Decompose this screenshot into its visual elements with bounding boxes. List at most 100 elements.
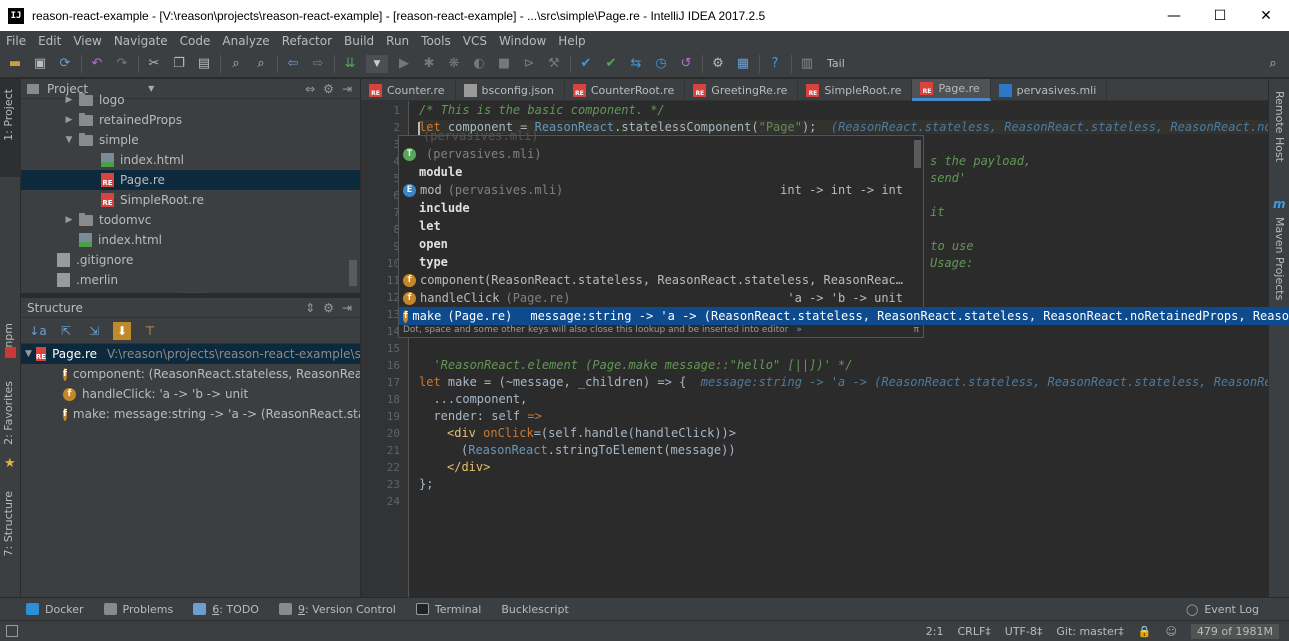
completion-item[interactable]: type	[399, 253, 923, 271]
undo-icon[interactable]: ↶	[88, 55, 106, 73]
hide-panel-icon[interactable]: ⇥	[342, 301, 352, 315]
menu-analyze[interactable]: Analyze	[222, 34, 269, 48]
completion-more-link[interactable]: »	[796, 325, 802, 335]
menu-code[interactable]: Code	[180, 34, 211, 48]
project-structure-icon[interactable]: ▦	[734, 55, 752, 73]
completion-item[interactable]: open	[399, 235, 923, 253]
panel-settings-icon[interactable]: ⚙	[323, 301, 334, 315]
copy-icon[interactable]: ❐	[170, 55, 188, 73]
back-icon[interactable]: ⇦	[284, 55, 302, 73]
editor-tab[interactable]: RE SimpleRoot.re	[798, 79, 913, 101]
hammer-icon[interactable]: ⚒	[545, 55, 563, 73]
structure-tool-tab[interactable]: 7: Structure	[2, 491, 15, 556]
chevron-down-icon[interactable]: ▼	[63, 135, 75, 145]
completion-item[interactable]: f handleClick (Page.re) 'a -> 'b -> unit	[399, 289, 923, 307]
chevron-down-icon[interactable]: ▼	[25, 349, 32, 359]
chevron-right-icon[interactable]: ▶	[63, 215, 75, 225]
npm-tool-tab[interactable]: npm	[2, 323, 15, 348]
completion-item[interactable]: f component (ReasonReact.stateless, Reason…	[399, 271, 923, 289]
project-tree-item[interactable]: index.html	[21, 230, 360, 250]
structure-root[interactable]: ▼ RE Page.re V:\reason\projects\reason-r…	[21, 344, 360, 364]
editor-tab[interactable]: RE GreetingRe.re	[685, 79, 799, 101]
menu-run[interactable]: Run	[386, 34, 409, 48]
bucklescript-tool-button[interactable]: Bucklescript	[501, 603, 568, 616]
settings-icon[interactable]: ⚙	[709, 55, 727, 73]
sync-icon[interactable]: ⟳	[56, 55, 74, 73]
menu-edit[interactable]: Edit	[38, 34, 61, 48]
autoscroll-from-source-icon[interactable]: ⊤	[141, 322, 159, 340]
resize-handle[interactable]: ·········	[181, 289, 204, 293]
close-button[interactable]: ✕	[1243, 0, 1289, 31]
menu-help[interactable]: Help	[558, 34, 585, 48]
paste-icon[interactable]: ▤	[195, 55, 213, 73]
structure-item[interactable]: f component: (ReasonReact.stateless, Rea…	[21, 364, 360, 384]
menu-file[interactable]: File	[6, 34, 26, 48]
save-icon[interactable]: ▣	[31, 55, 49, 73]
cut-icon[interactable]: ✂	[145, 55, 163, 73]
help-icon[interactable]: ?	[766, 55, 784, 73]
attach-icon[interactable]: ⊳	[520, 55, 538, 73]
completion-item[interactable]: include	[399, 199, 923, 217]
project-tree-item[interactable]: index.html	[21, 150, 360, 170]
vcs-commit-icon[interactable]: ✔	[602, 55, 620, 73]
forward-icon[interactable]: ⇨	[309, 55, 327, 73]
lock-icon[interactable]: 🔒	[1138, 625, 1152, 638]
project-tree-item[interactable]: .gitignore	[21, 250, 360, 270]
expand-collapse-icon[interactable]: ⇕	[305, 301, 315, 315]
editor-tab[interactable]: pervasives.mli	[991, 79, 1108, 101]
completion-item[interactable]: Emod (pervasives.mli) int -> int -> int	[399, 181, 923, 199]
project-tree-item[interactable]: RE Page.re	[21, 170, 360, 190]
project-scrollbar[interactable]	[349, 260, 357, 286]
editor-tab[interactable]: RE CounterRoot.re	[565, 79, 686, 101]
project-tree-item[interactable]: .merlin	[21, 270, 360, 290]
menu-window[interactable]: Window	[499, 34, 546, 48]
structure-item[interactable]: f handleClick: 'a -> 'b -> unit	[21, 384, 360, 404]
stop-icon[interactable]: ■	[495, 55, 513, 73]
vcs-revert-icon[interactable]: ↺	[677, 55, 695, 73]
completion-item[interactable]: T (pervasives.mli)	[399, 145, 923, 163]
project-tree-item[interactable]: ▶ retainedProps	[21, 110, 360, 130]
project-tool-tab[interactable]: 1: Project	[2, 89, 15, 141]
tail-label[interactable]: Tail	[827, 57, 845, 70]
vcs-update-icon[interactable]: ✔	[577, 55, 595, 73]
memory-indicator[interactable]: 479 of 1981M	[1190, 623, 1279, 639]
autoscroll-to-source-icon[interactable]: ⬇	[113, 321, 131, 340]
favorites-tool-tab[interactable]: 2: Favorites	[2, 381, 15, 445]
maximize-button[interactable]: ☐	[1197, 0, 1243, 31]
version-control-tool-button[interactable]: 9: Version Control	[278, 603, 396, 616]
project-tree-item[interactable]: ▼ simple	[21, 130, 360, 150]
editor-tab[interactable]: RE Counter.re	[361, 79, 456, 101]
collapse-all-icon[interactable]: ⇲	[85, 322, 103, 340]
docker-tool-button[interactable]: Docker	[26, 603, 84, 616]
vcs-history-icon[interactable]: ◷	[652, 55, 670, 73]
run-config-dropdown-icon[interactable]: ▼	[366, 54, 388, 73]
run-icon[interactable]: ▶	[395, 55, 413, 73]
sort-alpha-icon[interactable]: ↓a	[29, 322, 47, 340]
menu-tools[interactable]: Tools	[421, 34, 451, 48]
project-tree-item[interactable]: RE SimpleRoot.re	[21, 190, 360, 210]
file-encoding[interactable]: UTF-8‡	[1005, 625, 1043, 638]
vcs-branch[interactable]: Git: master‡	[1056, 625, 1123, 638]
remote-host-tool-tab[interactable]: Remote Host	[1273, 91, 1286, 162]
menu-view[interactable]: View	[73, 34, 101, 48]
replace-icon[interactable]: ⌕	[252, 55, 270, 73]
chevron-right-icon[interactable]: ▶	[63, 95, 75, 105]
menu-vcs[interactable]: VCS	[463, 34, 487, 48]
completion-scrollbar[interactable]	[914, 140, 921, 168]
caret-position[interactable]: 2:1	[926, 625, 944, 638]
expand-all-icon[interactable]: ⇱	[57, 322, 75, 340]
tail-icon[interactable]: ▥	[798, 55, 816, 73]
inspector-icon[interactable]: ☺	[1165, 625, 1176, 638]
completion-pi-icon[interactable]: π	[914, 325, 919, 335]
problems-tool-button[interactable]: Problems	[103, 603, 173, 616]
debug-icon[interactable]: ✱	[420, 55, 438, 73]
menu-build[interactable]: Build	[344, 34, 374, 48]
line-separator[interactable]: CRLF‡	[958, 625, 991, 638]
completion-item[interactable]: module	[399, 163, 923, 181]
profile-icon[interactable]: ◐	[470, 55, 488, 73]
find-icon[interactable]: ⌕	[227, 55, 245, 73]
event-log-button[interactable]: ◯ Event Log	[1186, 603, 1259, 616]
project-tree-item[interactable]: ▶ logo	[21, 90, 360, 110]
project-tree-item[interactable]: ▶ todomvc	[21, 210, 360, 230]
redo-icon[interactable]: ↷	[113, 55, 131, 73]
